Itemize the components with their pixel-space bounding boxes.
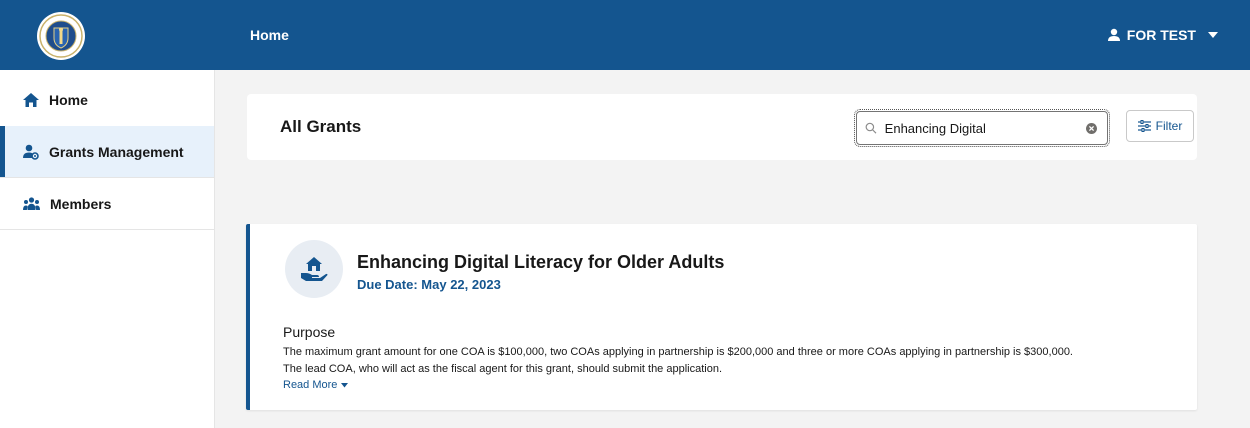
sidebar-item-members[interactable]: Members xyxy=(0,178,214,230)
user-menu[interactable]: FOR TEST xyxy=(1107,0,1218,70)
read-more-label: Read More xyxy=(283,379,338,391)
purpose-text: The maximum grant amount for one COA is … xyxy=(283,344,1193,378)
sidebar: Home Grants Management Members xyxy=(0,70,215,428)
user-settings-icon xyxy=(23,144,39,160)
house-in-hand-icon xyxy=(301,257,328,281)
user-icon xyxy=(1107,28,1120,41)
purpose-heading: Purpose xyxy=(283,324,336,340)
grant-card[interactable]: Enhancing Digital Literacy for Older Adu… xyxy=(246,224,1197,410)
filter-button[interactable]: Filter xyxy=(1126,110,1194,142)
home-icon xyxy=(23,93,39,107)
sidebar-item-label: Home xyxy=(49,92,88,108)
search-field[interactable] xyxy=(854,109,1110,147)
page-title: Home xyxy=(250,27,289,43)
caret-down-icon xyxy=(341,382,349,387)
search-input[interactable] xyxy=(884,120,1076,136)
sidebar-item-label: Members xyxy=(50,195,112,212)
search-icon xyxy=(865,122,877,134)
filter-icon xyxy=(1137,120,1151,132)
seal-icon xyxy=(39,14,83,58)
read-more-link[interactable]: Read More xyxy=(283,379,349,391)
purpose-line: The lead COA, who will act as the fiscal… xyxy=(283,363,723,375)
clear-icon xyxy=(1085,122,1097,134)
user-name: FOR TEST xyxy=(1126,27,1196,43)
grant-title[interactable]: Enhancing Digital Literacy for Older Adu… xyxy=(357,252,724,273)
sidebar-item-home[interactable]: Home xyxy=(0,74,214,126)
grant-due-date: Due Date: May 22, 2023 xyxy=(357,277,501,292)
grants-list-title: All Grants xyxy=(280,117,362,136)
sidebar-item-grants-management[interactable]: Grants Management xyxy=(0,126,214,178)
purpose-line: The maximum grant amount for one COA is … xyxy=(283,346,1073,358)
top-header: Home FOR TEST xyxy=(0,0,1250,70)
caret-down-icon xyxy=(1208,32,1218,38)
clear-search-button[interactable] xyxy=(1083,120,1099,136)
grant-icon-badge xyxy=(285,240,343,298)
group-icon xyxy=(23,196,40,210)
state-seal-logo[interactable] xyxy=(37,12,85,60)
sidebar-item-label: Grants Management xyxy=(49,143,184,160)
filter-button-label: Filter xyxy=(1155,119,1183,133)
grants-header-card: All Grants Filter xyxy=(247,94,1197,160)
